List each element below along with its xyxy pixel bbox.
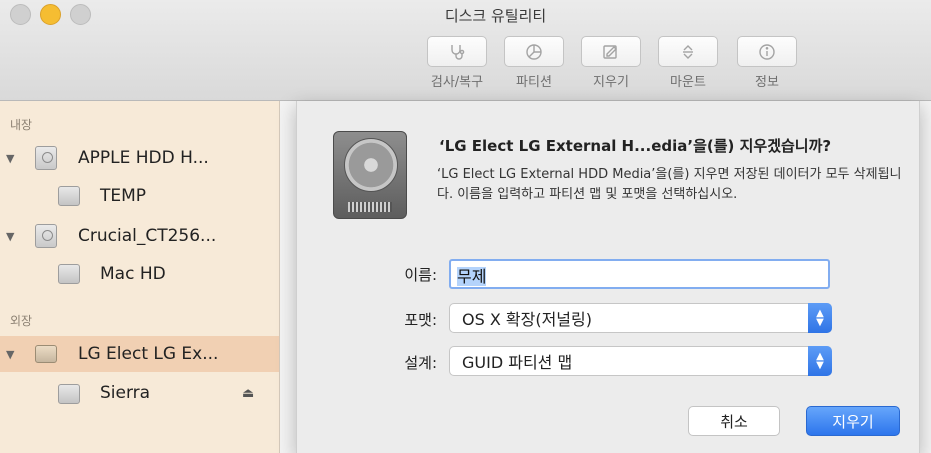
chevron-updown-icon: ▲ ▼ — [808, 303, 832, 333]
disclosure-triangle-icon[interactable]: ▼ — [6, 348, 14, 361]
volume-icon — [58, 264, 80, 284]
info-button[interactable]: 정보 — [732, 36, 802, 90]
info-icon — [759, 43, 775, 60]
erase-sheet: ‘LG Elect LG External H...edia’을(를) 지우겠습… — [296, 101, 920, 453]
partition-label: 파티션 — [516, 75, 552, 90]
internal-disk-icon — [35, 224, 57, 248]
scheme-value: GUID 파티션 맵 — [462, 353, 573, 372]
sidebar-item-sierra[interactable]: Sierra ⏏ — [0, 375, 279, 411]
window-title: 디스크 유틸리티 — [444, 7, 547, 25]
hard-disk-icon — [333, 131, 407, 219]
sheet-message: ‘LG Elect LG External HDD Media’을(를) 지우면… — [437, 167, 902, 202]
info-label: 정보 — [755, 75, 779, 90]
sidebar-item-crucial[interactable]: ▼ Crucial_CT256... — [0, 218, 279, 254]
sidebar-item-label: Mac HD — [100, 264, 166, 284]
disclosure-triangle-icon[interactable]: ▼ — [6, 152, 14, 165]
partition-button[interactable]: 파티션 — [499, 36, 569, 90]
mount-button[interactable]: 마운트 — [653, 36, 723, 90]
sidebar-item-label: APPLE HDD H... — [78, 148, 209, 168]
format-label: 포맷: — [404, 311, 437, 329]
scheme-label: 설계: — [404, 354, 437, 372]
erase-icon — [603, 44, 617, 59]
chevron-updown-icon: ▲ ▼ — [808, 346, 832, 376]
sidebar-item-mac-hd[interactable]: Mac HD — [0, 256, 279, 292]
cancel-button[interactable]: 취소 — [688, 406, 780, 436]
sidebar-item-label: LG Elect LG Ex... — [78, 344, 219, 364]
erase-button[interactable]: 지우기 — [806, 406, 900, 436]
erase-toolbar-label: 지우기 — [593, 75, 629, 90]
mount-label: 마운트 — [670, 75, 706, 90]
format-popup[interactable]: OS X 확장(저널링) ▲ ▼ — [449, 303, 832, 333]
sidebar-item-label: Sierra — [100, 383, 151, 403]
external-disk-icon — [35, 345, 57, 363]
mount-icon — [683, 44, 693, 59]
disclosure-triangle-icon[interactable]: ▼ — [6, 230, 14, 243]
sidebar-item-label: Crucial_CT256... — [78, 226, 217, 246]
sidebar-item-label: TEMP — [100, 186, 147, 206]
window-titlebar: 디스크 유틸리티 검사/복구 파티션 지우기 마운트 정보 — [0, 0, 931, 101]
sidebar: 내장 ▼ APPLE HDD H... TEMP ▼ Crucial_CT256… — [0, 101, 280, 453]
volume-icon — [58, 186, 80, 206]
stethoscope-icon — [451, 44, 465, 60]
sidebar-item-apple-hdd[interactable]: ▼ APPLE HDD H... — [0, 140, 279, 176]
sidebar-item-temp[interactable]: TEMP — [0, 178, 279, 214]
sheet-title: ‘LG Elect LG External H...edia’을(를) 지우겠습… — [439, 137, 832, 155]
external-header: 외장 — [10, 314, 33, 328]
first-aid-label: 검사/복구 — [430, 75, 484, 90]
sidebar-item-lg-external[interactable]: ▼ LG Elect LG Ex... — [0, 336, 279, 372]
internal-disk-icon — [35, 146, 57, 170]
external-volume-icon — [58, 384, 80, 404]
scheme-popup[interactable]: GUID 파티션 맵 ▲ ▼ — [449, 346, 832, 376]
pie-chart-icon — [526, 43, 542, 60]
name-label: 이름: — [404, 266, 437, 284]
name-field[interactable]: 무제 — [449, 259, 830, 289]
internal-header: 내장 — [10, 118, 33, 132]
erase-toolbar-button[interactable]: 지우기 — [576, 36, 646, 90]
format-value: OS X 확장(저널링) — [462, 310, 592, 329]
eject-icon[interactable]: ⏏ — [242, 386, 254, 401]
name-value: 무제 — [457, 267, 487, 286]
first-aid-button[interactable]: 검사/복구 — [422, 36, 492, 90]
